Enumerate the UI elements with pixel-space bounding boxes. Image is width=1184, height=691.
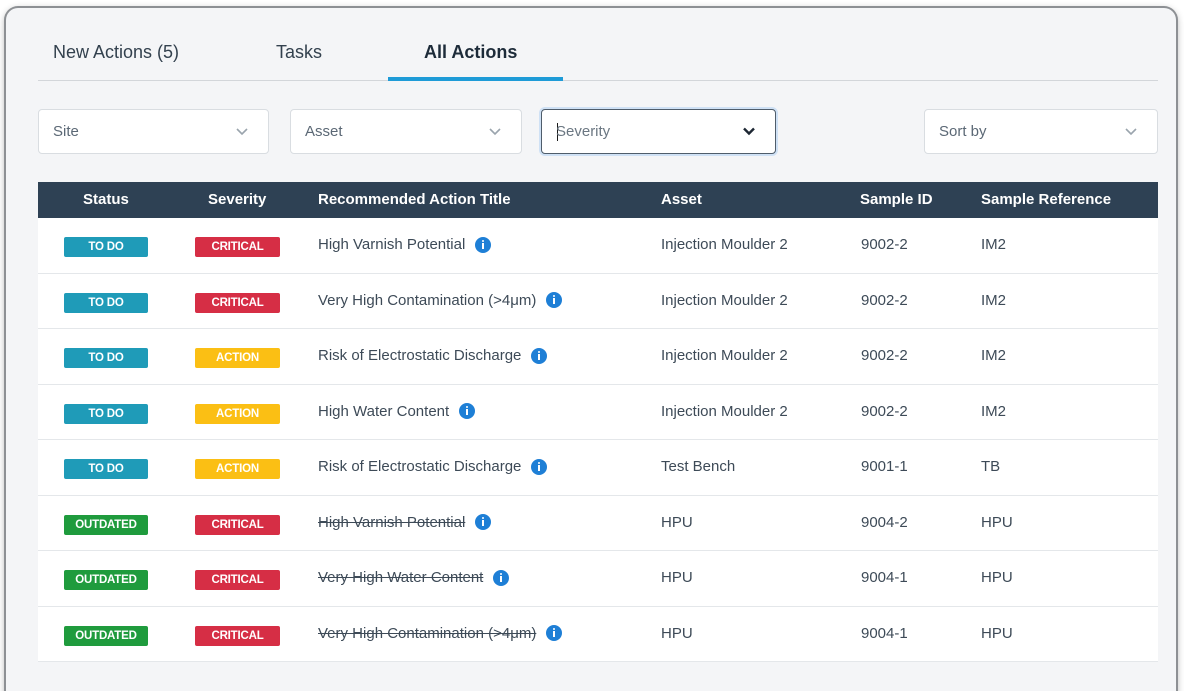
asset-cell: HPU bbox=[661, 624, 693, 642]
action-title: High Water Content bbox=[318, 402, 476, 420]
action-title-text: High Water Content bbox=[318, 402, 450, 420]
asset-cell: HPU bbox=[661, 513, 693, 531]
severity-badge: ACTION bbox=[195, 348, 280, 368]
table-body: TO DO CRITICAL High Varnish Potential Injec… bbox=[38, 218, 1158, 662]
sample-id-cell: 9001-1 bbox=[861, 458, 908, 475]
chevron-down-icon bbox=[489, 128, 501, 136]
action-title-text: Risk of Electrostatic Discharge bbox=[318, 347, 522, 364]
sample-reference-cell: IM2 bbox=[981, 402, 1007, 420]
status-badge: TO DO bbox=[64, 348, 148, 368]
severity-badge: CRITICAL bbox=[195, 514, 280, 535]
chevron-down-icon bbox=[1125, 128, 1137, 136]
header-sample-id[interactable]: Sample ID bbox=[860, 191, 933, 208]
severity-badge: CRITICAL bbox=[195, 625, 280, 646]
sample-id-cell: 9004-1 bbox=[861, 624, 908, 642]
sample-id-cell: 9004-2 bbox=[861, 513, 908, 531]
sort-by-select[interactable]: Sort by bbox=[924, 109, 1158, 154]
table-row[interactable]: TO DO ACTION Risk of Electrostatic Dischar… bbox=[38, 440, 1158, 496]
sort-by-label: Sort by bbox=[939, 123, 987, 140]
severity-badge: CRITICAL bbox=[195, 292, 280, 313]
info-icon[interactable] bbox=[493, 569, 510, 586]
severity-filter-label: Severity bbox=[556, 123, 611, 140]
table-row[interactable]: TO DO ACTION Risk of Electrostatic Dischar… bbox=[38, 329, 1158, 385]
asset-cell: Injection Moulder 2 bbox=[661, 236, 788, 253]
table-row[interactable]: OUTDATED CRITICAL Very High Contamination … bbox=[38, 606, 1158, 662]
table-row[interactable]: TO DO CRITICAL High Varnish Potential Injec… bbox=[38, 218, 1158, 274]
action-title-text: High Varnish Potential bbox=[318, 513, 466, 531]
info-icon[interactable] bbox=[475, 514, 492, 530]
sample-id-cell: 9002-2 bbox=[861, 291, 908, 309]
severity-badge: CRITICAL bbox=[195, 237, 280, 257]
asset-cell: HPU bbox=[661, 569, 693, 586]
asset-filter-select[interactable]: Asset bbox=[290, 109, 522, 154]
asset-filter-label: Asset bbox=[305, 123, 343, 140]
action-title-text: Very High Water Content bbox=[318, 569, 484, 586]
info-icon[interactable] bbox=[531, 347, 548, 364]
asset-cell: Injection Moulder 2 bbox=[661, 347, 788, 364]
action-title-text: Very High Contamination (>4μm) bbox=[318, 291, 537, 309]
status-badge: TO DO bbox=[64, 403, 148, 424]
active-tab-indicator bbox=[388, 77, 563, 81]
site-filter-select[interactable]: Site bbox=[38, 109, 269, 154]
sample-reference-cell: TB bbox=[981, 458, 1001, 475]
sample-reference-cell: IM2 bbox=[981, 291, 1007, 309]
table-row[interactable]: OUTDATED CRITICAL High Varnish Potential HP… bbox=[38, 495, 1158, 551]
asset-cell: Test Bench bbox=[661, 458, 736, 475]
info-icon[interactable] bbox=[546, 625, 563, 641]
info-icon[interactable] bbox=[546, 292, 563, 308]
sample-reference-cell: HPU bbox=[981, 569, 1013, 586]
table-row[interactable]: TO DO CRITICAL Very High Contamination (>4… bbox=[38, 273, 1158, 329]
sample-reference-cell: IM2 bbox=[981, 236, 1007, 253]
sample-reference-cell: HPU bbox=[981, 513, 1013, 531]
action-title: High Varnish Potential bbox=[318, 513, 492, 531]
asset-cell: Injection Moulder 2 bbox=[661, 402, 788, 420]
site-filter-label: Site bbox=[53, 123, 79, 140]
severity-badge: CRITICAL bbox=[195, 570, 280, 590]
sample-id-cell: 9002-2 bbox=[861, 236, 908, 253]
action-title: Risk of Electrostatic Discharge bbox=[318, 347, 548, 364]
action-title: High Varnish Potential bbox=[318, 236, 492, 253]
tab-new-actions[interactable]: New Actions (5) bbox=[53, 42, 179, 63]
sample-reference-cell: HPU bbox=[981, 624, 1013, 642]
status-badge: OUTDATED bbox=[64, 570, 148, 590]
table-header: Status Severity Recommended Action Title… bbox=[38, 182, 1158, 218]
tab-tasks[interactable]: Tasks bbox=[276, 42, 322, 63]
info-icon[interactable] bbox=[475, 236, 492, 253]
action-title: Risk of Electrostatic Discharge bbox=[318, 458, 548, 475]
status-badge: OUTDATED bbox=[64, 514, 148, 535]
asset-cell: Injection Moulder 2 bbox=[661, 291, 788, 309]
header-status[interactable]: Status bbox=[83, 191, 129, 208]
header-title[interactable]: Recommended Action Title bbox=[318, 191, 511, 208]
header-asset[interactable]: Asset bbox=[661, 191, 702, 208]
status-badge: OUTDATED bbox=[64, 625, 148, 646]
chevron-down-icon bbox=[743, 127, 755, 136]
tab-bar: New Actions (5) Tasks All Actions bbox=[38, 8, 1158, 81]
action-title: Very High Water Content bbox=[318, 569, 510, 586]
severity-filter-select[interactable]: Severity bbox=[541, 109, 776, 154]
tab-all-actions[interactable]: All Actions bbox=[424, 42, 517, 63]
status-badge: TO DO bbox=[64, 292, 148, 313]
status-badge: TO DO bbox=[64, 237, 148, 257]
action-title-text: Risk of Electrostatic Discharge bbox=[318, 458, 522, 475]
action-title: Very High Contamination (>4μm) bbox=[318, 624, 563, 642]
action-title-text: High Varnish Potential bbox=[318, 236, 466, 253]
severity-badge: ACTION bbox=[195, 403, 280, 424]
severity-badge: ACTION bbox=[195, 459, 280, 479]
status-badge: TO DO bbox=[64, 459, 148, 479]
action-title: Very High Contamination (>4μm) bbox=[318, 291, 563, 309]
chevron-down-icon bbox=[236, 128, 248, 136]
table-row[interactable]: OUTDATED CRITICAL Very High Water Content H… bbox=[38, 551, 1158, 607]
info-icon[interactable] bbox=[531, 458, 548, 475]
sample-id-cell: 9004-1 bbox=[861, 569, 908, 586]
action-title-text: Very High Contamination (>4μm) bbox=[318, 624, 537, 642]
info-icon[interactable] bbox=[459, 403, 476, 419]
sample-id-cell: 9002-2 bbox=[861, 347, 908, 364]
app-panel: New Actions (5) Tasks All Actions Site A… bbox=[6, 8, 1176, 691]
header-sample-reference[interactable]: Sample Reference bbox=[981, 191, 1111, 208]
actions-table: Status Severity Recommended Action Title… bbox=[38, 182, 1158, 662]
header-severity[interactable]: Severity bbox=[208, 191, 266, 208]
table-row[interactable]: TO DO ACTION High Water Content Injection M… bbox=[38, 384, 1158, 440]
sample-reference-cell: IM2 bbox=[981, 347, 1007, 364]
sample-id-cell: 9002-2 bbox=[861, 402, 908, 420]
